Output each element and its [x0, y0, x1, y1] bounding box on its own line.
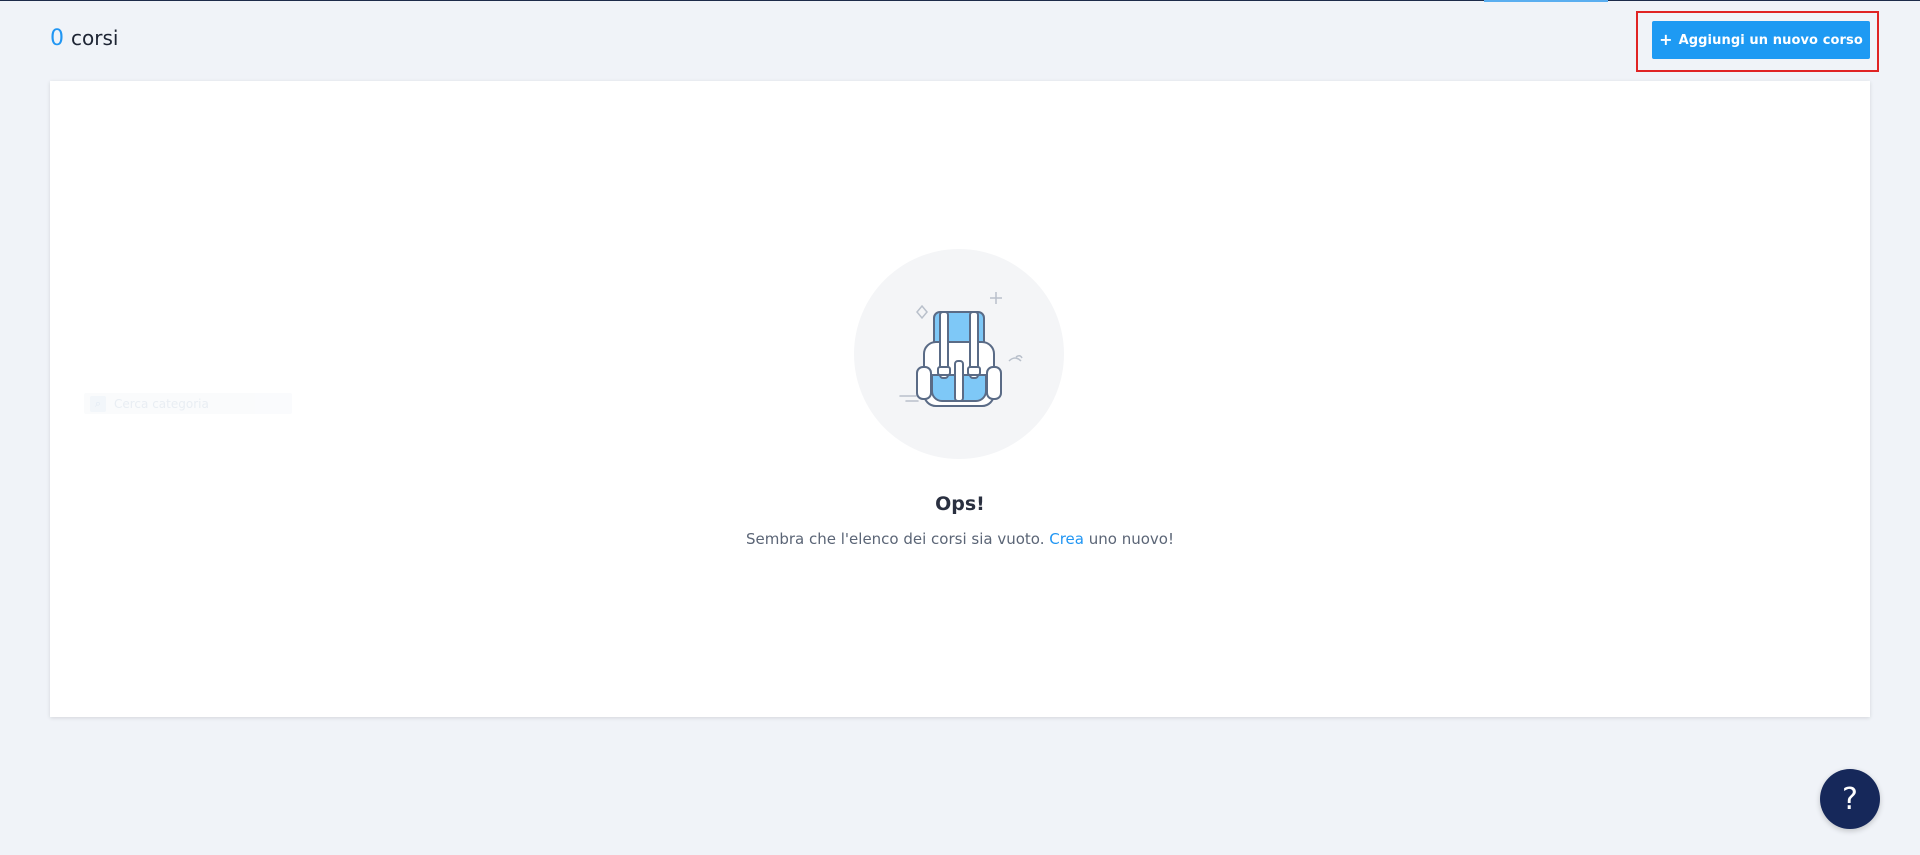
page-header: 0 corsi [50, 26, 118, 60]
add-course-button[interactable]: + Aggiungi un nuovo corso [1652, 21, 1870, 59]
empty-state-text-after: uno nuovo! [1083, 530, 1174, 548]
create-course-link[interactable]: Crea [1049, 530, 1084, 548]
active-tab-indicator [1484, 0, 1608, 2]
category-search-label: Cerca categoria [114, 396, 209, 411]
empty-state-title: Ops! [935, 493, 985, 515]
search-icon: ⌕ [90, 395, 106, 412]
empty-state-text-before: Sembra che l'elenco dei corsi sia vuoto. [746, 530, 1050, 548]
top-border [0, 0, 1920, 1]
course-count-label: corsi [71, 26, 119, 50]
add-course-label: Aggiungi un nuovo corso [1678, 32, 1863, 48]
category-search-ghost: ⌕ Cerca categoria [84, 393, 292, 414]
help-button[interactable]: ? [1820, 769, 1880, 829]
courses-panel: ⌕ Cerca categoria Ops! Sembra che l'elen… [50, 81, 1870, 717]
backpack-icon [854, 249, 1064, 459]
plus-icon: + [1659, 30, 1673, 49]
course-count: 0 [50, 26, 64, 51]
empty-state-text: Sembra che l'elenco dei corsi sia vuoto.… [50, 530, 1870, 548]
question-icon: ? [1842, 781, 1858, 817]
